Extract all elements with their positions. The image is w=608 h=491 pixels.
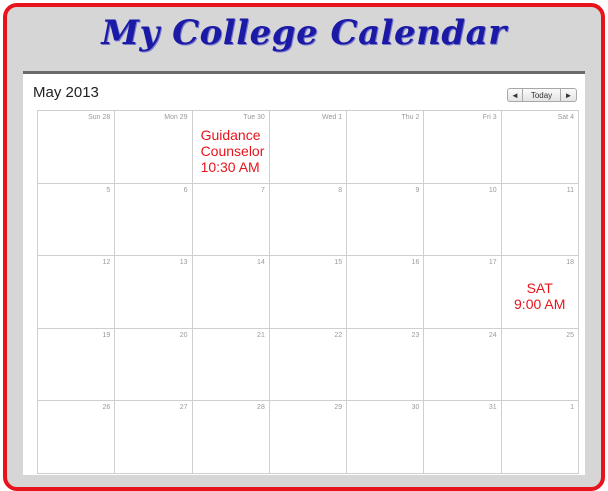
day-cell[interactable]: 22 (269, 328, 348, 402)
day-number: Mon 29 (164, 114, 188, 121)
day-cell[interactable]: 15 (269, 256, 348, 329)
day-number: 14 (257, 259, 265, 267)
prev-month-button[interactable]: ◄ (507, 88, 523, 102)
day-number: 8 (338, 186, 343, 194)
day-number: 11 (566, 186, 574, 194)
day-number: 27 (179, 404, 188, 412)
day-cell[interactable]: 7 (192, 183, 270, 257)
day-cell[interactable]: Tue 30 Guidance Counselor 10:30 AM (192, 111, 270, 184)
day-number: 12 (102, 259, 111, 267)
day-cell[interactable]: 16 (347, 256, 425, 329)
day-cell[interactable]: Sun 28 (38, 111, 116, 184)
month-grid: Sun 28 Mon 29 Tue 30 Guidance Counselor … (37, 110, 579, 474)
day-cell[interactable]: 18 SAT 9:00 AM (501, 256, 579, 329)
day-number: 26 (102, 404, 111, 412)
day-number: Sun 28 (88, 114, 111, 121)
day-number: 9 (415, 186, 420, 194)
day-cell[interactable]: 23 (347, 328, 425, 402)
event-time: 10:30 AM (200, 159, 260, 175)
event-line: Guidance (200, 127, 261, 143)
day-number: 25 (566, 331, 574, 339)
day-number: 13 (179, 259, 188, 267)
day-number: Tue 30 (243, 114, 265, 121)
day-cell[interactable]: 10 (424, 183, 502, 257)
day-number: 18 (566, 259, 574, 267)
day-number: 20 (179, 331, 188, 339)
day-number: 6 (183, 186, 188, 194)
day-cell[interactable]: 14 (192, 256, 270, 329)
day-number: 15 (334, 259, 343, 267)
day-number: 30 (411, 404, 420, 412)
day-cell[interactable]: Thu 2 (347, 111, 425, 184)
day-cell[interactable]: 31 (424, 401, 502, 474)
day-cell[interactable]: 25 (501, 328, 579, 402)
day-number: 16 (411, 259, 420, 267)
calendar-nav: ◄ Today ► (507, 88, 577, 102)
day-number: 22 (334, 331, 343, 339)
day-number: 5 (106, 186, 111, 194)
day-number: Thu 2 (401, 114, 420, 121)
outer-frame: My College Calendar May 2013 ◄ Today ► S… (3, 3, 605, 491)
day-number: 1 (570, 404, 574, 412)
day-cell[interactable]: 8 (269, 183, 348, 257)
day-cell[interactable]: 26 (38, 401, 116, 474)
day-number: 19 (102, 331, 111, 339)
day-number: Fri 3 (482, 114, 497, 121)
day-number: 24 (488, 331, 497, 339)
day-cell[interactable]: 24 (424, 328, 502, 402)
day-cell[interactable]: 29 (269, 401, 348, 474)
day-number: Wed 1 (322, 114, 343, 121)
page-title: My College Calendar (101, 13, 507, 53)
day-cell[interactable]: 28 (192, 401, 270, 474)
day-cell[interactable]: 19 (38, 328, 116, 402)
day-cell[interactable]: 6 (115, 183, 193, 257)
day-number: 31 (488, 404, 497, 412)
next-month-button[interactable]: ► (561, 88, 577, 102)
day-cell[interactable]: 5 (38, 183, 116, 257)
event-sat[interactable]: SAT 9:00 AM (510, 280, 570, 312)
event-time: 9:00 AM (514, 296, 566, 313)
day-cell[interactable]: Mon 29 (115, 111, 193, 184)
day-number: 23 (411, 331, 420, 339)
day-number: 21 (257, 331, 265, 339)
today-button[interactable]: Today (523, 88, 561, 102)
month-title: May 2013 (33, 84, 99, 101)
day-cell[interactable]: 1 (501, 401, 579, 474)
day-cell[interactable]: 12 (38, 256, 116, 329)
day-cell[interactable]: 20 (115, 328, 193, 402)
day-cell[interactable]: 17 (424, 256, 502, 329)
event-line: Counselor (200, 143, 265, 159)
day-cell[interactable]: Sat 4 (501, 111, 579, 184)
day-number: Sat 4 (557, 114, 574, 121)
day-number: 7 (260, 186, 265, 194)
day-number: 28 (257, 404, 265, 412)
calendar-header: May 2013 ◄ Today ► (23, 74, 585, 108)
day-number: 17 (488, 259, 497, 267)
day-cell[interactable]: 27 (115, 401, 193, 474)
day-number: 10 (488, 186, 497, 194)
day-cell[interactable]: 9 (347, 183, 425, 257)
event-guidance-counselor[interactable]: Guidance Counselor 10:30 AM (201, 127, 265, 175)
day-cell[interactable]: 30 (347, 401, 425, 474)
day-cell[interactable]: Wed 1 (269, 111, 348, 184)
day-cell[interactable]: 11 (501, 183, 579, 257)
calendar-widget: May 2013 ◄ Today ► Sun 28 Mon 29 Tue 30 … (23, 71, 585, 475)
day-number: 29 (334, 404, 343, 412)
event-line: SAT (526, 280, 553, 297)
day-cell[interactable]: 21 (192, 328, 270, 402)
day-cell[interactable]: Fri 3 (424, 111, 502, 184)
day-cell[interactable]: 13 (115, 256, 193, 329)
